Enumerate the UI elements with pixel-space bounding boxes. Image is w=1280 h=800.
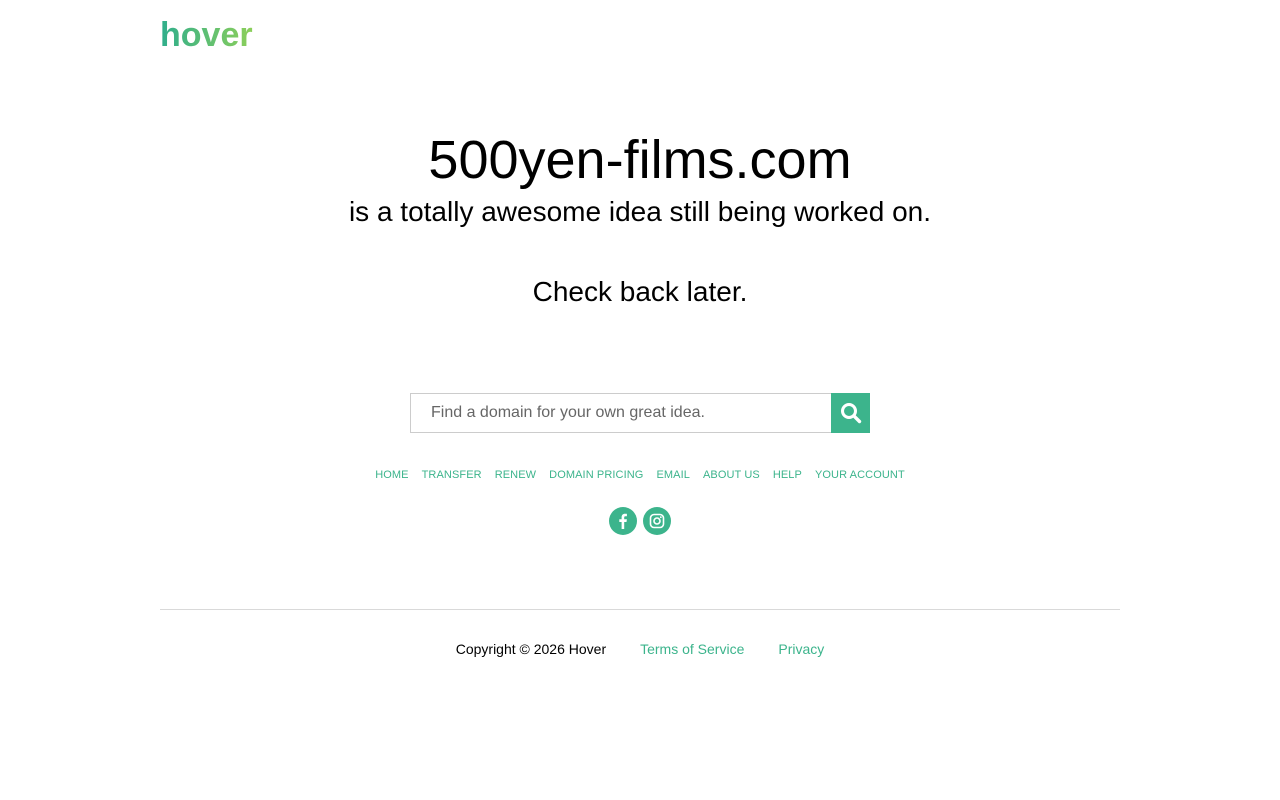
- nav-help[interactable]: HELP: [773, 468, 802, 482]
- instagram-icon: [649, 513, 665, 529]
- facebook-icon: [619, 513, 627, 529]
- check-back-message: Check back later.: [532, 276, 748, 307]
- domain-search-input[interactable]: [410, 393, 831, 433]
- search-button[interactable]: [831, 393, 870, 433]
- social-links: [0, 507, 1280, 535]
- copyright-text: Copyright © 2026 Hover: [455, 641, 607, 657]
- page: hover 500yen-films.com is a totally awes…: [0, 0, 1280, 800]
- hover-logo[interactable]: hover: [160, 12, 264, 52]
- nav-home[interactable]: HOME: [375, 468, 408, 482]
- nav-about-us[interactable]: ABOUT US: [703, 468, 760, 482]
- nav-your-account[interactable]: YOUR ACCOUNT: [815, 468, 905, 482]
- svg-text:hover: hover: [160, 16, 253, 52]
- terms-of-service-link[interactable]: Terms of Service: [640, 641, 744, 657]
- search-icon: [840, 403, 861, 424]
- tagline: is a totally awesome idea still being wo…: [348, 196, 932, 227]
- instagram-link[interactable]: [643, 507, 671, 535]
- nav-email[interactable]: EMAIL: [656, 468, 690, 482]
- nav-transfer[interactable]: TRANSFER: [422, 468, 482, 482]
- facebook-link[interactable]: [609, 507, 637, 535]
- privacy-link[interactable]: Privacy: [778, 641, 824, 657]
- domain-title: 500yen-films.com: [428, 130, 852, 190]
- footer-nav: HOME TRANSFER RENEW DOMAIN PRICING EMAIL…: [0, 468, 1280, 482]
- footer-divider: [160, 609, 1120, 610]
- domain-search-form: [410, 393, 870, 433]
- nav-domain-pricing[interactable]: DOMAIN PRICING: [549, 468, 643, 482]
- nav-renew[interactable]: RENEW: [495, 468, 536, 482]
- footer: Copyright © 2026 Hover Terms of Service …: [0, 641, 1280, 657]
- hover-logo-mark: hover: [160, 16, 253, 52]
